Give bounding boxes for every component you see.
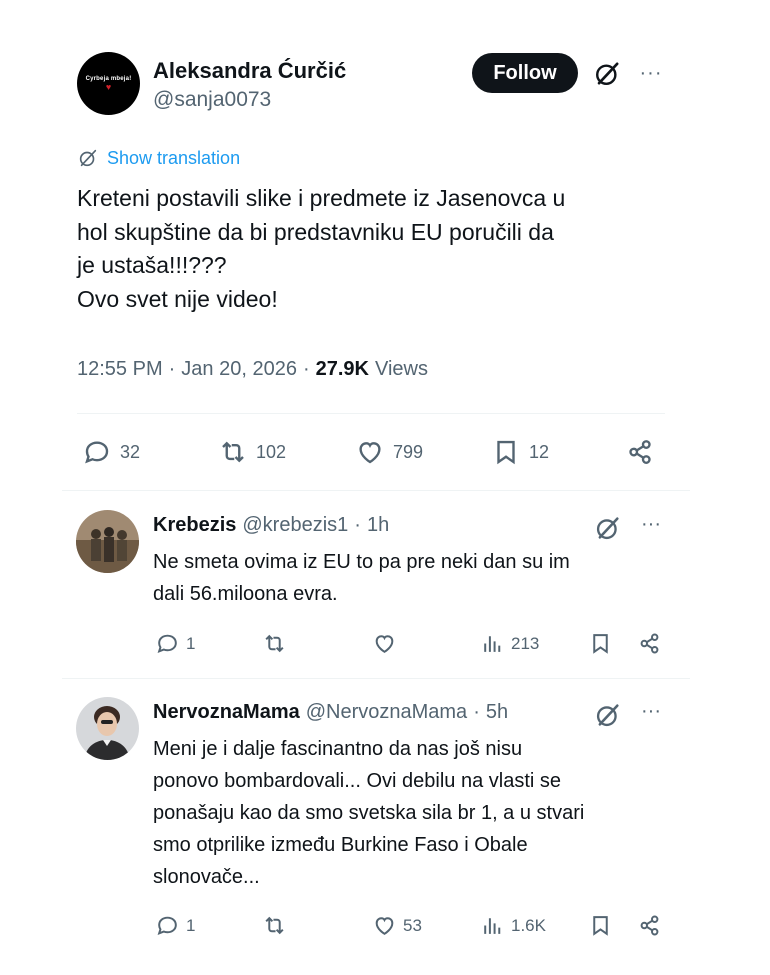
repost-count: 102: [256, 441, 287, 462]
reply-author-handle[interactable]: @krebezis1: [242, 514, 348, 537]
repost-icon: [265, 916, 284, 935]
grok-icon[interactable]: [594, 514, 622, 542]
reply-icon: [85, 441, 109, 464]
repost-icon: [265, 634, 284, 653]
follow-button[interactable]: Follow: [472, 53, 578, 93]
avatar-photo: [76, 510, 139, 573]
reply-author-handle[interactable]: @NervoznaMama: [306, 701, 467, 724]
reply-button[interactable]: 1: [155, 631, 195, 656]
reply-author-name[interactable]: NervoznaMama: [153, 701, 300, 724]
like-button[interactable]: 53: [372, 913, 422, 938]
more-options-button[interactable]: ···: [638, 60, 664, 86]
bookmark-icon: [497, 440, 515, 465]
tweet-time[interactable]: 12:55 PM: [77, 358, 163, 381]
divider: [62, 678, 690, 679]
like-icon: [375, 635, 394, 653]
like-count: 799: [393, 441, 424, 462]
share-button[interactable]: [637, 631, 662, 656]
reply-avatar[interactable]: [76, 510, 139, 573]
views-button[interactable]: 213: [480, 631, 539, 656]
views-button[interactable]: 1.6K: [480, 913, 546, 938]
repost-button[interactable]: 102: [218, 437, 286, 467]
bookmark-button[interactable]: 12: [491, 437, 549, 467]
more-icon: ···: [641, 513, 661, 535]
repost-button[interactable]: [262, 913, 293, 938]
meta-separator: ·: [354, 514, 361, 536]
tweet-meta: 12:55 PM · Jan 20, 2026 · 27.9K Views: [77, 358, 428, 381]
reply-author-name[interactable]: Krebezis: [153, 514, 236, 537]
meta-separator: ·: [168, 358, 176, 380]
reply-count: 1: [186, 633, 196, 653]
reply-header: NervoznaMama @NervoznaMama · 5h: [153, 701, 508, 724]
reply-count: 1: [186, 915, 196, 935]
more-options-button[interactable]: ···: [638, 700, 664, 723]
views-icon: [484, 636, 501, 652]
divider: [77, 413, 665, 414]
like-icon: [359, 442, 381, 464]
share-button[interactable]: [625, 437, 655, 467]
views-count: 213: [511, 633, 540, 653]
like-count: 53: [403, 915, 422, 935]
views-count: 27.9K: [315, 358, 369, 380]
reply-icon: [157, 916, 177, 935]
reply-count: 32: [120, 441, 141, 462]
meta-separator: ·: [473, 701, 480, 723]
more-options-button[interactable]: ···: [638, 513, 664, 536]
bookmark-button[interactable]: [588, 913, 613, 938]
grok-icon[interactable]: [593, 59, 622, 88]
show-translation-link[interactable]: Show translation: [77, 146, 240, 170]
views-count: 1.6K: [511, 915, 546, 935]
avatar-photo: [76, 697, 139, 760]
share-icon: [640, 633, 659, 654]
more-icon: ···: [641, 700, 661, 722]
like-button[interactable]: 799: [355, 437, 423, 467]
author-avatar[interactable]: Cyrbeja mbeja! ♥: [77, 52, 140, 115]
reply-header: Krebezis @krebezis1 · 1h: [153, 514, 389, 537]
bookmark-button[interactable]: [588, 631, 613, 656]
reply-text: Ne smeta ovima iz EU to pa pre neki dan …: [153, 551, 570, 605]
reply-time[interactable]: 5h: [486, 701, 508, 724]
like-button[interactable]: [372, 631, 403, 656]
grok-icon[interactable]: [594, 701, 622, 729]
reply-avatar[interactable]: [76, 697, 139, 760]
author-name[interactable]: Aleksandra Ćurčić: [153, 58, 346, 84]
translate-icon: [79, 149, 97, 167]
reply-time[interactable]: 1h: [367, 514, 389, 537]
share-icon: [629, 440, 651, 464]
like-icon: [375, 917, 394, 935]
author-handle[interactable]: @sanja0073: [153, 88, 271, 112]
meta-separator: ·: [302, 358, 310, 380]
share-icon: [640, 915, 659, 936]
share-button[interactable]: [637, 913, 662, 938]
views-icon: [484, 918, 501, 934]
tweet-text: Kreteni postavili slike i predmete iz Ja…: [77, 185, 566, 312]
reply-button[interactable]: 32: [82, 437, 140, 467]
avatar-logo-text: Cyrbeja mbeja!: [85, 75, 132, 82]
more-icon: ···: [639, 61, 663, 84]
heart-icon: ♥: [105, 81, 112, 92]
divider: [62, 490, 690, 491]
show-translation-label: Show translation: [107, 147, 241, 168]
repost-icon: [222, 441, 244, 463]
bookmark-count: 12: [529, 441, 550, 462]
tweet-date[interactable]: Jan 20, 2026: [181, 358, 297, 381]
repost-button[interactable]: [262, 631, 293, 656]
reply-text: Meni je i dalje fascinantno da nas još n…: [153, 738, 585, 888]
views-label: Views: [374, 358, 428, 380]
bookmark-icon: [593, 916, 608, 936]
reply-icon: [157, 634, 177, 653]
reply-button[interactable]: 1: [155, 913, 195, 938]
bookmark-icon: [593, 634, 608, 654]
